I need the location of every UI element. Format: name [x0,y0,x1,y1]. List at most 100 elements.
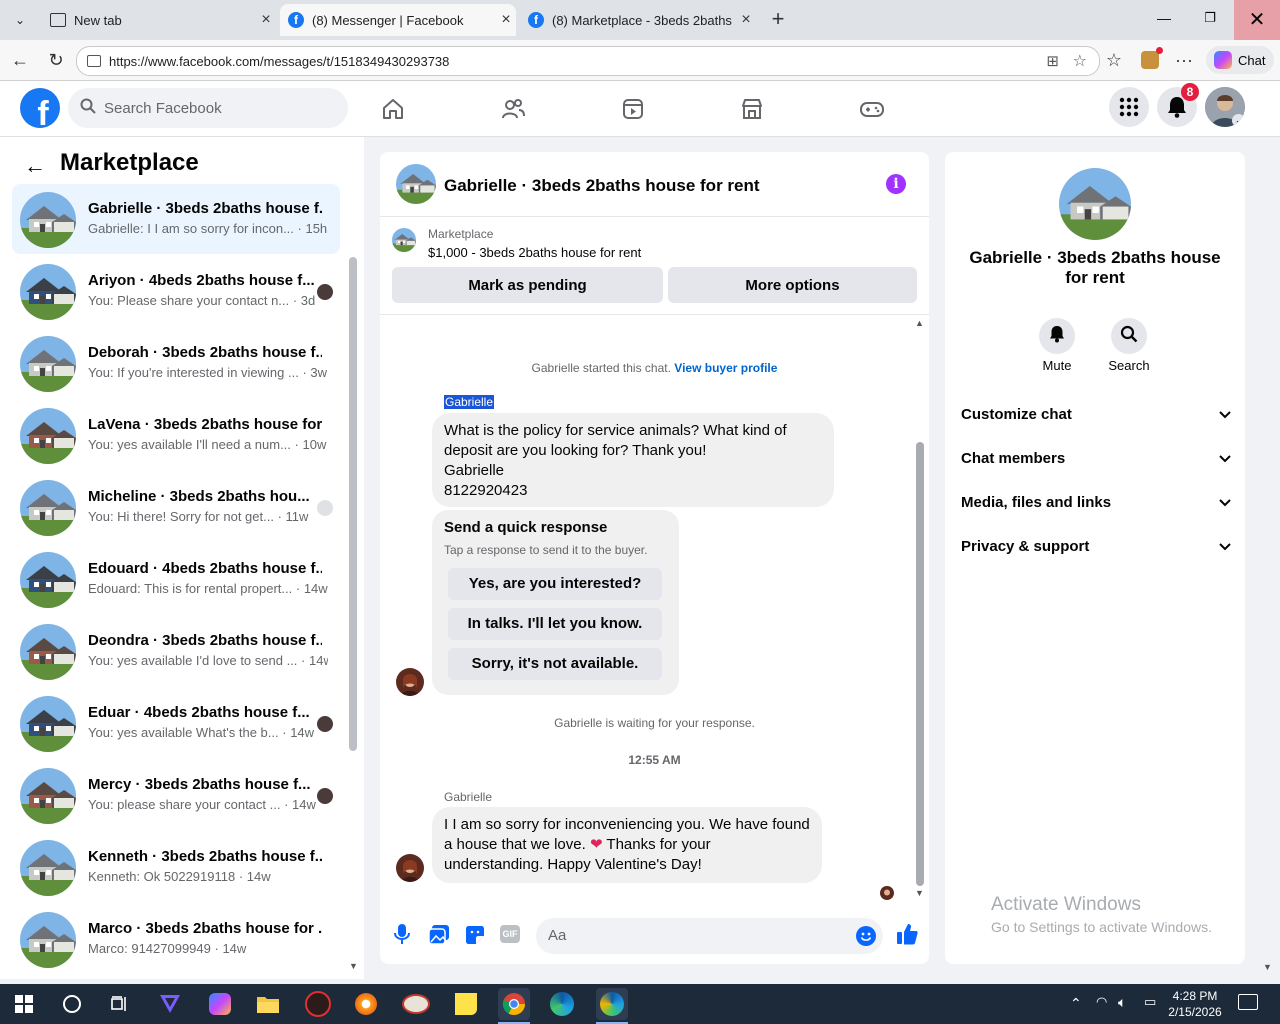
back-arrow-icon[interactable]: ← [24,153,48,178]
favorites-icon[interactable]: ☆ [1102,48,1126,72]
tray-overflow-icon[interactable]: ⌃ [1070,995,1082,1012]
search-input[interactable]: Search Facebook [68,88,348,128]
page-scroll-down-arrow-icon[interactable]: ▼ [1263,962,1272,972]
conversation-item[interactable]: Edouard · 4beds 2baths house f... Edouard… [12,544,340,614]
conversation-item[interactable]: Kenneth · 3beds 2baths house f... Kenneth… [12,832,340,902]
conversation-item[interactable]: Gabrielle · 3beds 2baths house f... Gabri… [12,184,340,254]
listing-large-avatar[interactable] [1059,168,1131,240]
extension-icon[interactable] [1138,47,1163,72]
url-field[interactable]: https://www.facebook.com/messages/t/1518… [76,46,1100,76]
notification-center-icon[interactable] [1238,994,1258,1010]
wifi-icon[interactable]: ◠ [1096,994,1107,1010]
snippet-time: · 14w [301,653,328,668]
more-menu-icon[interactable]: ··· [1172,48,1196,72]
close-tab-icon[interactable]: × [256,11,276,29]
back-arrow-icon[interactable]: ← [8,48,32,72]
app-available-icon[interactable]: ⊞ [1046,52,1059,70]
friends-icon[interactable] [497,93,529,125]
emoji-icon[interactable] [856,926,876,946]
facebook-logo[interactable]: f [20,88,60,128]
customize-chat-section[interactable]: Customize chat [961,400,1231,428]
chat-title[interactable]: Gabrielle · 3beds 2baths house for rent [444,176,760,196]
menu-grid-icon[interactable] [1109,87,1149,127]
system-clock[interactable]: 4:28 PM 2/15/2026 [1168,988,1222,1020]
conversation-item[interactable]: Ariyon · 4beds 2baths house f... You: Ple… [12,256,340,326]
marketplace-icon[interactable] [736,93,768,125]
paint-app-icon[interactable] [400,988,432,1020]
conversation-info-icon[interactable]: i [886,174,906,194]
restore-window-button[interactable]: ❐ [1196,10,1224,30]
file-explorer-icon[interactable] [252,988,284,1020]
message-bubble[interactable]: I I am so sorry for inconveniencing you.… [432,807,822,883]
sidebar-scrollbar[interactable] [349,257,357,751]
view-buyer-profile-link[interactable]: View buyer profile [674,361,777,375]
new-tab-button[interactable]: + [766,8,790,32]
sticker-icon[interactable] [464,924,486,946]
tab-messenger[interactable]: f (8) Messenger | Facebook × [280,4,516,36]
conversation-item[interactable]: Micheline · 3beds 2baths hou... You: Hi t… [12,472,340,542]
close-window-button[interactable]: ✕ [1234,0,1280,40]
close-tab-icon[interactable]: × [496,11,516,29]
attach-photo-icon[interactable] [428,924,450,946]
profile-avatar[interactable]: ⌄ [1205,87,1245,127]
refresh-icon[interactable]: ↻ [44,48,68,72]
conversation-item[interactable]: Marco · 3beds 2baths house for ... Marco:… [12,904,340,974]
quick-response-button[interactable]: Sorry, it's not available. [448,648,662,680]
browser-app-icon[interactable] [350,988,382,1020]
conversation-item[interactable]: LaVena · 3beds 2baths house for... You: y… [12,400,340,470]
video-icon[interactable] [617,93,649,125]
chat-members-section[interactable]: Chat members [961,444,1231,472]
site-info-icon[interactable] [87,55,101,67]
listing-thumbnail[interactable] [392,228,416,252]
buyer-avatar[interactable] [396,854,424,882]
tab-marketplace[interactable]: f (8) Marketplace - 3beds 2baths ho × [520,4,756,36]
app-icon-dark[interactable] [302,988,334,1020]
favorite-star-icon[interactable]: ☆ [1073,51,1087,71]
media-files-links-section[interactable]: Media, files and links [961,488,1231,516]
minimize-window-button[interactable]: — [1150,10,1178,30]
conversation-item[interactable]: Mercy · 3beds 2baths house f... You: plea… [12,760,340,830]
mute-button[interactable] [1039,318,1075,354]
edge-app-icon[interactable] [546,988,578,1020]
mark-as-pending-button[interactable]: Mark as pending [392,267,663,303]
conversation-item[interactable]: Eduar · 4beds 2baths house f... You: yes … [12,688,340,758]
edge-beta-app-icon[interactable] [596,988,628,1020]
conversation-item[interactable]: Deborah · 3beds 2baths house f... You: If… [12,328,340,398]
scroll-down-arrow-icon[interactable]: ▼ [915,888,924,898]
tab-new-tab[interactable]: New tab × [40,4,276,36]
home-icon[interactable] [377,93,409,125]
like-thumbs-up-icon[interactable] [896,922,918,946]
sticky-notes-icon[interactable] [450,988,482,1020]
windows-start-icon[interactable] [8,988,40,1020]
chat-scrollbar[interactable] [916,442,924,886]
tab-actions-button[interactable]: ⌄ [6,4,34,36]
quick-response-button[interactable]: In talks. I'll let you know. [448,608,662,640]
chat-listing-avatar[interactable] [396,164,436,204]
volume-icon[interactable]: 🔈︎ [1118,994,1126,1011]
more-options-button[interactable]: More options [668,267,917,303]
notifications-bell-icon[interactable]: 8 [1157,83,1199,127]
gif-icon[interactable]: GIF [500,925,520,943]
search-in-conversation-button[interactable] [1111,318,1147,354]
copilot-app-icon[interactable] [204,988,236,1020]
close-tab-icon[interactable]: × [736,11,756,29]
privacy-support-section[interactable]: Privacy & support [961,532,1231,560]
listing-title[interactable]: $1,000 - 3beds 2baths house for rent [428,245,641,260]
search-label[interactable]: Search [1099,358,1159,373]
gaming-icon[interactable] [856,93,888,125]
voice-clip-icon[interactable] [392,922,412,946]
vpn-app-icon[interactable] [154,988,186,1020]
mute-label[interactable]: Mute [1027,358,1087,373]
quick-response-button[interactable]: Yes, are you interested? [448,568,662,600]
scroll-up-arrow-icon[interactable]: ▲ [915,318,924,328]
chrome-app-icon[interactable] [498,988,530,1020]
battery-icon[interactable]: ▭ [1144,994,1156,1010]
message-bubble[interactable]: What is the policy for service animals? … [432,413,834,507]
message-input[interactable]: Aa [536,918,883,954]
task-view-icon[interactable] [104,988,136,1020]
copilot-chat-button[interactable]: Chat [1206,46,1274,74]
scroll-down-arrow-icon[interactable]: ▼ [349,961,359,971]
conversation-item[interactable]: Deondra · 3beds 2baths house f... You: ye… [12,616,340,686]
buyer-avatar[interactable] [396,668,424,696]
search-circle-icon[interactable] [56,988,88,1020]
